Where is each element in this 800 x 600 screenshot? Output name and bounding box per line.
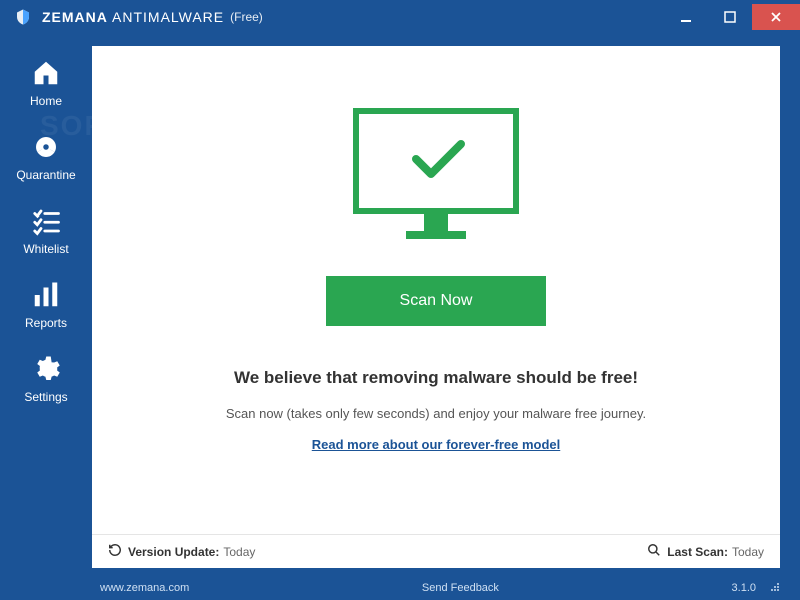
send-feedback-link[interactable]: Send Feedback <box>422 582 499 594</box>
sidebar-item-label: Whitelist <box>23 242 68 256</box>
refresh-icon[interactable] <box>108 543 122 560</box>
scan-now-button[interactable]: Scan Now <box>326 276 546 326</box>
app-title: ZEMANA ANTIMALWARE <box>42 9 224 25</box>
read-more-link[interactable]: Read more about our forever-free model <box>312 437 561 452</box>
last-scan-value: Today <box>732 545 764 559</box>
sidebar-item-reports[interactable]: Reports <box>25 278 67 330</box>
title-product: ANTIMALWARE <box>112 9 224 25</box>
version-label: 3.1.0 <box>732 582 756 594</box>
gear-icon <box>29 352 63 386</box>
sidebar-item-label: Settings <box>24 390 67 404</box>
last-scan-label: Last Scan: <box>667 545 728 559</box>
version-update-value: Today <box>223 545 255 559</box>
sidebar-item-label: Home <box>30 94 62 108</box>
checklist-icon <box>29 204 63 238</box>
close-button[interactable] <box>752 4 800 30</box>
subtext: Scan now (takes only few seconds) and en… <box>226 406 646 421</box>
search-icon[interactable] <box>647 543 661 560</box>
monitor-check-icon <box>336 101 536 256</box>
main-panel: Scan Now We believe that removing malwar… <box>92 46 780 568</box>
maximize-button[interactable] <box>708 4 752 30</box>
sidebar-item-home[interactable]: Home <box>29 56 63 108</box>
resize-grip-icon[interactable] <box>770 582 780 595</box>
sidebar: Home Quarantine Whitelist Reports Settin… <box>0 34 92 576</box>
minimize-button[interactable] <box>664 4 708 30</box>
bar-chart-icon <box>29 278 63 312</box>
status-bar: Version Update: Today Last Scan: Today <box>92 534 780 568</box>
biohazard-icon <box>29 130 63 164</box>
footer: www.zemana.com Send Feedback 3.1.0 <box>0 576 800 600</box>
sidebar-item-settings[interactable]: Settings <box>24 352 67 404</box>
title-bar: ZEMANA ANTIMALWARE (Free) <box>0 0 800 34</box>
edition-label: (Free) <box>230 10 263 24</box>
sidebar-item-whitelist[interactable]: Whitelist <box>23 204 68 256</box>
title-brand: ZEMANA <box>42 9 108 25</box>
website-link[interactable]: www.zemana.com <box>100 582 189 594</box>
version-update-label: Version Update: <box>128 545 219 559</box>
headline-text: We believe that removing malware should … <box>234 368 638 388</box>
app-logo-icon <box>14 8 32 26</box>
sidebar-item-label: Reports <box>25 316 67 330</box>
sidebar-item-label: Quarantine <box>16 168 75 182</box>
home-icon <box>29 56 63 90</box>
sidebar-item-quarantine[interactable]: Quarantine <box>16 130 75 182</box>
